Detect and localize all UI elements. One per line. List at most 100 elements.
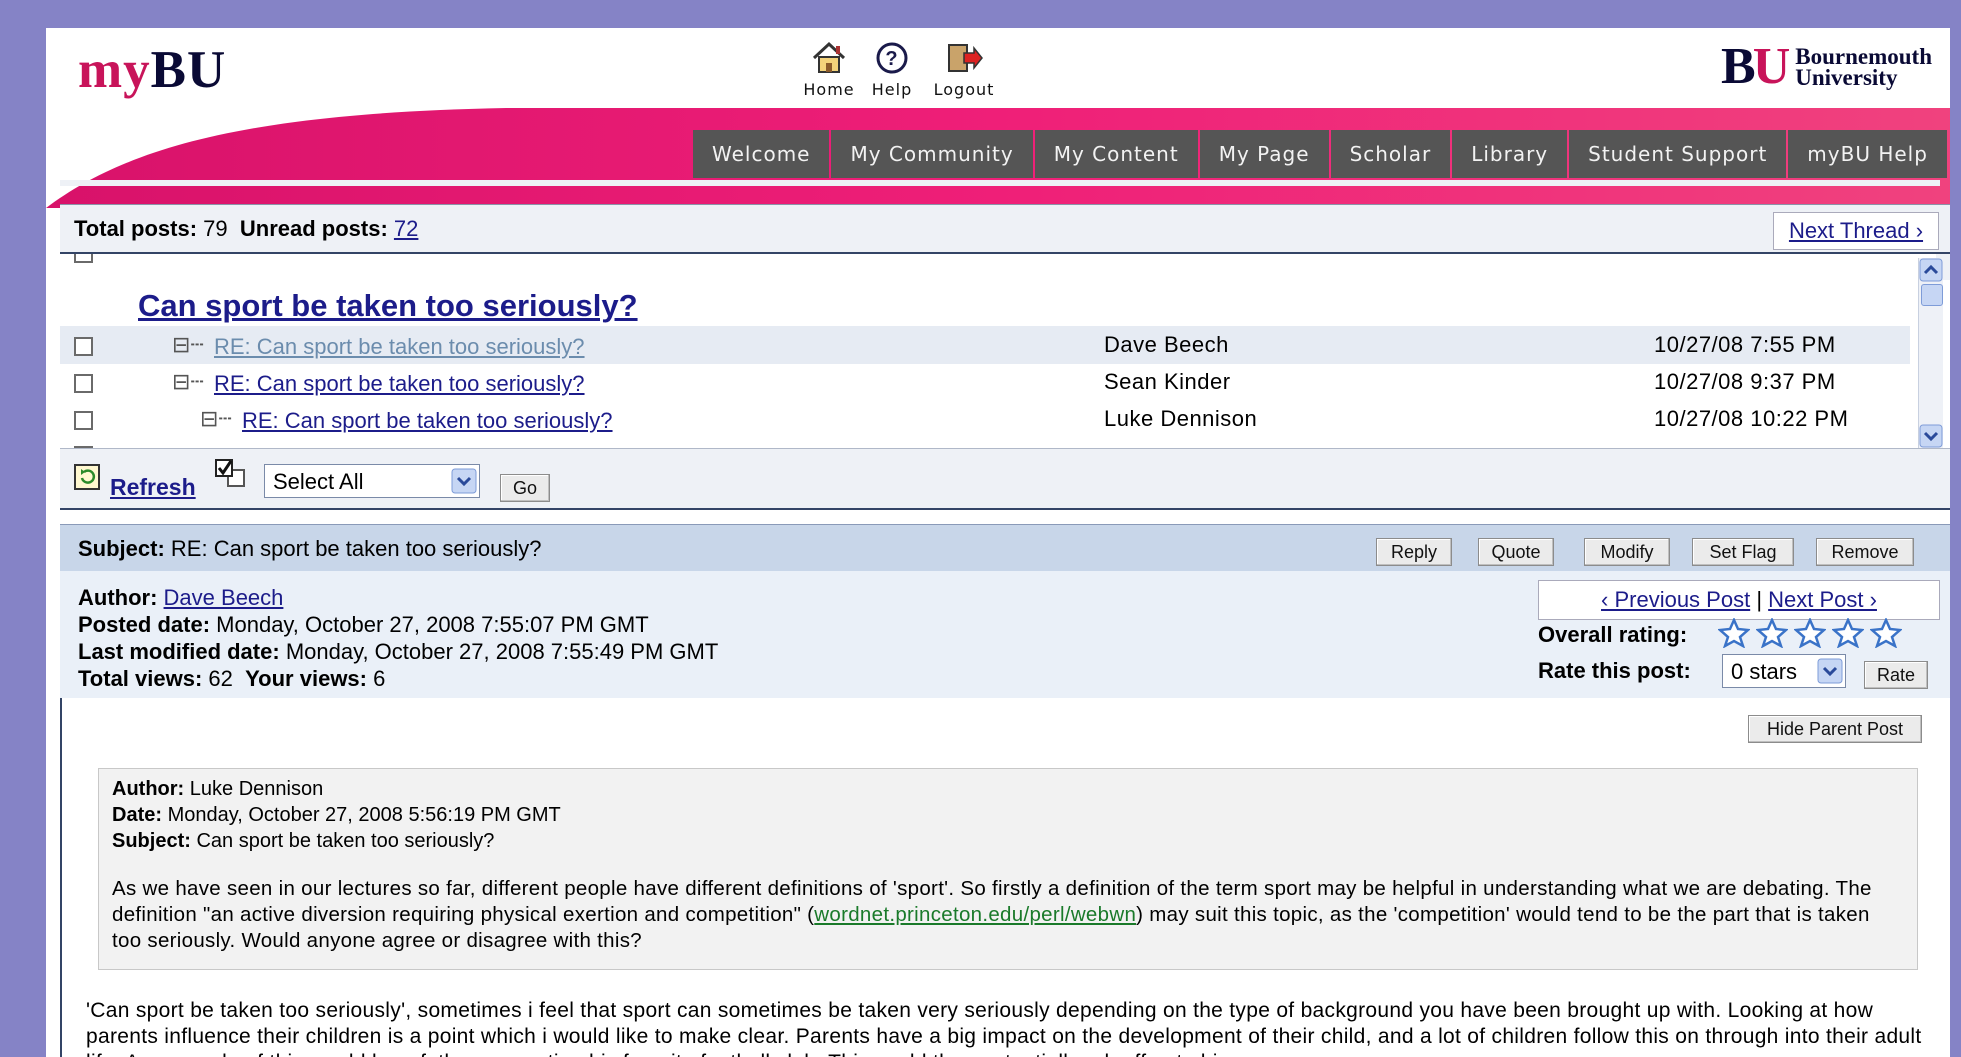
author-label: Author: <box>78 585 158 610</box>
set-flag-button[interactable]: Set Flag <box>1692 538 1794 566</box>
post-pager: ‹ Previous Post | Next Post › <box>1538 580 1940 620</box>
expand-glyph-2: ⊟ <box>172 369 191 394</box>
parent-date-label: Date: <box>112 804 163 826</box>
help-icon: ? <box>876 42 908 74</box>
bu-name-line1: Bournemouth <box>1795 44 1932 69</box>
rate-value: 0 stars <box>1731 659 1798 684</box>
previous-post-link[interactable]: ‹ Previous Post <box>1601 587 1750 612</box>
star-icon <box>1832 618 1864 648</box>
next-post-link[interactable]: Next Post › <box>1768 587 1877 612</box>
thread-title[interactable]: Can sport be taken too seriously? <box>138 288 638 324</box>
help-link[interactable]: ? Help <box>868 38 916 99</box>
home-link[interactable]: Home <box>802 38 856 99</box>
logout-label: Logout <box>933 80 995 99</box>
your-views-label: Your views: <box>245 666 367 691</box>
modified-date-line: Last modified date: Monday, October 27, … <box>78 638 718 665</box>
post-checkbox-2[interactable] <box>74 374 93 393</box>
select-checkbox-icon[interactable] <box>214 458 248 492</box>
tab-my-community[interactable]: My Community <box>831 130 1033 178</box>
scroll-up-icon[interactable] <box>1919 258 1943 282</box>
star-icon <box>1794 618 1826 648</box>
post-subject: Subject: RE: Can sport be taken too seri… <box>78 536 541 562</box>
star-icon <box>1756 618 1788 648</box>
overall-rating-stars <box>1718 618 1908 648</box>
select-all-value: Select All <box>273 469 364 494</box>
unread-posts-link[interactable]: 72 <box>394 216 418 241</box>
tab-my-page[interactable]: My Page <box>1199 130 1329 178</box>
hide-parent-post-button[interactable]: Hide Parent Post <box>1748 715 1922 743</box>
parent-author-label: Author: <box>112 778 185 800</box>
posted-date: Monday, October 27, 2008 7:55:07 PM GMT <box>216 612 649 637</box>
post-subject-link-3[interactable]: RE: Can sport be taken too seriously? <box>242 408 613 433</box>
logout-link[interactable]: Logout <box>928 38 1000 99</box>
scroll-down-icon[interactable] <box>1919 424 1943 448</box>
bournemouth-university-logo: BU Bournemouth University <box>1721 41 1932 93</box>
thread-title-link[interactable]: Can sport be taken too seriously? <box>138 288 638 323</box>
tab-library[interactable]: Library <box>1452 130 1568 178</box>
select-all-dropdown[interactable]: Select All <box>264 464 480 498</box>
bu-mark: BU <box>1721 41 1790 93</box>
bu-name-line2: University <box>1795 65 1898 90</box>
scrolled-thread-remnant <box>60 180 1940 186</box>
refresh-icon[interactable] <box>74 464 100 490</box>
logout-icon <box>948 44 983 72</box>
thread-list-scrollbar[interactable] <box>1918 258 1943 450</box>
post-checkbox-1[interactable] <box>74 337 93 356</box>
go-button[interactable]: Go <box>500 474 550 502</box>
rate-select[interactable]: 0 stars <box>1722 654 1846 688</box>
wordnet-link[interactable]: wordnet.princeton.edu/perl/webwn <box>814 903 1136 926</box>
tab-mybu-help[interactable]: myBU Help <box>1788 130 1947 178</box>
your-views: 6 <box>373 666 386 691</box>
total-views-label: Total views: <box>78 666 203 691</box>
home-label: Home <box>803 80 855 99</box>
post-author-line: Author: Dave Beech <box>78 584 718 611</box>
author-link[interactable]: Dave Beech <box>164 585 284 610</box>
mybu-logo[interactable]: myBU <box>78 40 226 100</box>
modified-date: Monday, October 27, 2008 7:55:49 PM GMT <box>285 639 719 664</box>
parent-subject-line: Subject: Can sport be taken too seriousl… <box>112 828 1902 854</box>
remove-button[interactable]: Remove <box>1816 538 1914 566</box>
next-thread-button[interactable]: Next Thread › <box>1773 212 1939 250</box>
logo-my: my <box>78 41 151 99</box>
overall-rating-label: Overall rating: <box>1538 622 1688 647</box>
browser-page: myBU Home ? Help Logout BU Bournemouth U… <box>46 28 1950 1057</box>
expand-toggle-2[interactable]: ⊟┄ <box>172 369 204 395</box>
post-date-3: 10/27/08 10:22 PM <box>1654 406 1849 431</box>
refresh-link[interactable]: Refresh <box>110 474 196 500</box>
post-subject-link-2[interactable]: RE: Can sport be taken too seriously? <box>214 371 585 396</box>
post-checkbox-3[interactable] <box>74 411 93 430</box>
parent-date-line: Date: Monday, October 27, 2008 5:56:19 P… <box>112 802 1902 828</box>
quote-button[interactable]: Quote <box>1478 538 1554 566</box>
chevron-down-icon[interactable] <box>1817 658 1843 684</box>
scroll-thumb[interactable] <box>1921 284 1943 306</box>
next-thread-link[interactable]: Next Thread › <box>1789 218 1923 243</box>
star-icon <box>1870 618 1902 648</box>
main-nav: Welcome My Community My Content My Page … <box>693 130 1949 178</box>
refresh-button[interactable]: Refresh <box>110 474 196 501</box>
tab-student-support[interactable]: Student Support <box>1569 130 1787 178</box>
rate-button[interactable]: Rate <box>1864 661 1928 689</box>
total-posts-count: 79 <box>203 216 228 241</box>
posted-label: Posted date: <box>78 612 211 637</box>
modified-label: Last modified date: <box>78 639 280 664</box>
post-subject-1[interactable]: RE: Can sport be taken too seriously? <box>214 334 585 360</box>
tab-welcome[interactable]: Welcome <box>693 130 830 178</box>
logo-bu: BU <box>150 41 227 99</box>
thread-checkbox[interactable] <box>74 254 93 263</box>
unread-posts-label: Unread posts: <box>239 216 388 241</box>
post-date-1: 10/27/08 7:55 PM <box>1654 332 1836 357</box>
post-subject-2[interactable]: RE: Can sport be taken too seriously? <box>214 371 585 397</box>
expand-toggle-3[interactable]: ⊟┄ <box>200 406 232 432</box>
parent-date: Monday, October 27, 2008 5:56:19 PM GMT <box>167 804 561 826</box>
modify-button[interactable]: Modify <box>1584 538 1670 566</box>
chevron-down-icon[interactable] <box>451 468 477 494</box>
bu-mark-b: B <box>1721 38 1756 95</box>
post-subject-3[interactable]: RE: Can sport be taken too seriously? <box>242 408 613 434</box>
post-subject-link-1[interactable]: RE: Can sport be taken too seriously? <box>214 334 585 359</box>
parent-author-line: Author: Luke Dennison <box>112 776 1902 802</box>
reply-button[interactable]: Reply <box>1376 538 1452 566</box>
bu-name: Bournemouth University <box>1795 44 1932 90</box>
tab-scholar[interactable]: Scholar <box>1330 130 1451 178</box>
tab-my-content[interactable]: My Content <box>1034 130 1198 178</box>
expand-toggle-1[interactable]: ⊟┄ <box>172 332 204 358</box>
